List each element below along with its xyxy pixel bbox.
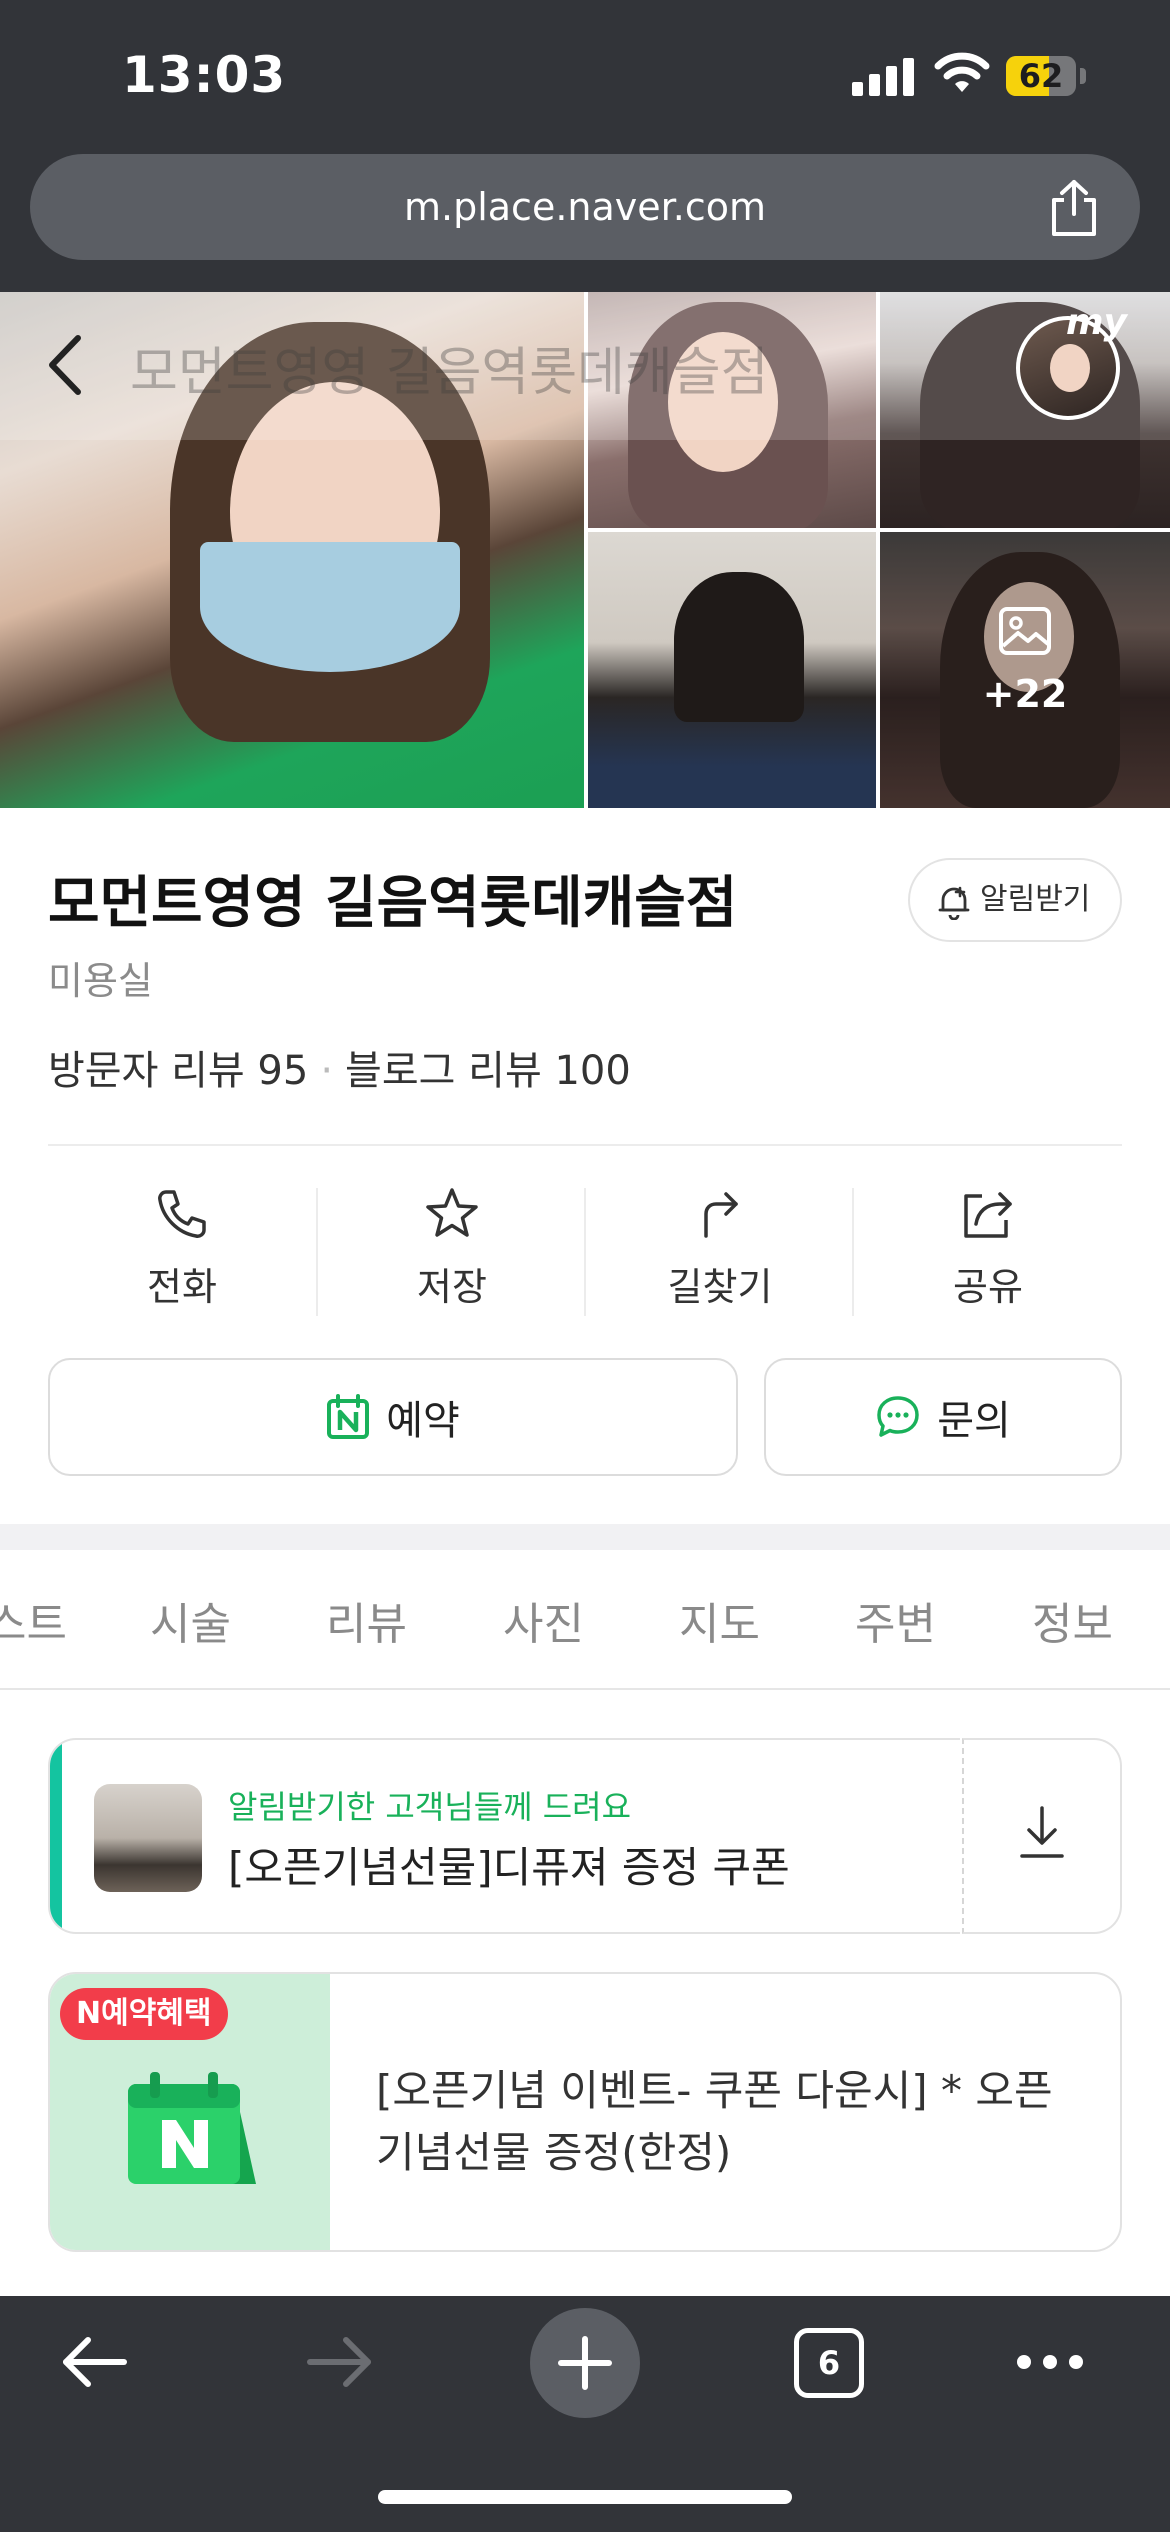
url-text: m.place.naver.com	[403, 185, 767, 229]
browser-top-bar: 13:03 62 m.place.naver.com	[0, 0, 1170, 292]
coupon-title: [오픈기념선물]디퓨져 증정 쿠폰	[228, 1843, 790, 1892]
booking-label: 예약	[386, 1398, 460, 1444]
event-badge: N예약혜택	[60, 1988, 228, 2040]
review-summary: 방문자 리뷰 95 · 블로그 리뷰 100	[48, 1038, 631, 1096]
plus-icon	[558, 2336, 612, 2390]
tab-map[interactable]: 지도	[679, 1588, 760, 1652]
directions-icon	[704, 1192, 738, 1238]
visitor-reviews-link[interactable]: 방문자 리뷰 95	[48, 1048, 308, 1094]
header-title: 모먼트영영 길음역롯데캐슬점	[130, 343, 769, 403]
coupon-thumbnail	[94, 1784, 202, 1892]
booking-button[interactable]: 예약	[48, 1358, 738, 1476]
page: 13:03 62 m.place.naver.com +22 모먼트영영 길음역…	[0, 0, 1170, 2532]
section-tabs: 스트 시술 리뷰 사진 지도 주변 정보	[0, 1550, 1170, 1690]
photo-thumbnail-more[interactable]: +22	[880, 532, 1170, 808]
more-photos-overlay	[880, 532, 1170, 808]
blog-reviews-link[interactable]: 블로그 리뷰 100	[345, 1048, 631, 1094]
call-action[interactable]: 전화	[48, 1180, 316, 1320]
share-action[interactable]: 공유	[854, 1180, 1122, 1320]
more-photos-count: +22	[982, 672, 1068, 716]
coupon-subtitle: 알림받기한 고객님들께 드려요	[228, 1788, 632, 1826]
place-category: 미용실	[48, 959, 153, 1003]
download-icon	[1020, 1806, 1064, 1858]
battery-icon: 62	[1006, 56, 1076, 96]
image-icon	[999, 607, 1051, 655]
inquiry-button-content: 문의	[766, 1360, 1120, 1474]
bell-plus-icon	[938, 886, 970, 920]
tab-treatments[interactable]: 시술	[150, 1588, 231, 1652]
inquiry-button[interactable]: 문의	[764, 1358, 1122, 1476]
calendar-n-icon	[128, 2072, 256, 2184]
phone-icon	[158, 1190, 206, 1238]
directions-label: 길찾기	[667, 1265, 773, 1309]
photo-hair-shape	[674, 572, 804, 722]
calendar-n-icon	[327, 1394, 370, 1439]
event-text: [오픈기념 이벤트- 쿠폰 다운시] * 오픈 기념선물 증정(한정)	[376, 2066, 1053, 2177]
coupon-download-button[interactable]	[962, 1738, 1122, 1934]
share-label: 공유	[953, 1265, 1023, 1309]
action-row: 전화 저장 길찾기 공유	[48, 1180, 1122, 1320]
event-card[interactable]: N예약혜택 [오픈기념 이벤트- 쿠폰 다운시] * 오픈 기념선물 증정(한정…	[48, 1972, 1122, 2252]
coupon-accent-bar	[50, 1740, 62, 1932]
inquiry-label: 문의	[937, 1398, 1011, 1444]
forward-nav-icon[interactable]	[304, 2334, 376, 2390]
tab-switcher-button[interactable]: 6	[794, 2328, 864, 2398]
back-nav-icon[interactable]	[58, 2334, 130, 2390]
event-image: N예약혜택	[50, 1974, 330, 2250]
battery-cap	[1080, 68, 1086, 84]
cellular-signal-icon	[852, 56, 914, 96]
booking-button-content: 예약	[50, 1360, 736, 1474]
avatar-face-shape	[1050, 344, 1090, 392]
photo-thumbnail-3[interactable]	[588, 532, 876, 808]
chat-bubble-icon	[877, 1396, 919, 1437]
section-gap	[0, 1524, 1170, 1550]
battery-level: 62	[1018, 57, 1064, 95]
back-arrow-icon[interactable]	[40, 330, 96, 400]
share-icon	[964, 1192, 1012, 1238]
tab-partial[interactable]: 스트	[0, 1588, 67, 1652]
browser-share-icon[interactable]	[1046, 178, 1102, 238]
home-indicator	[378, 2490, 792, 2504]
save-label: 저장	[417, 1265, 487, 1309]
more-menu-icon[interactable]	[1014, 2352, 1086, 2372]
directions-action[interactable]: 길찾기	[586, 1180, 854, 1320]
new-tab-button[interactable]	[530, 2308, 640, 2418]
wifi-icon	[934, 52, 990, 92]
notify-button[interactable]: 알림받기	[908, 858, 1122, 942]
address-bar[interactable]: m.place.naver.com	[30, 154, 1140, 260]
my-avatar-label: my	[1066, 302, 1127, 343]
tab-nearby[interactable]: 주변	[855, 1588, 936, 1652]
call-label: 전화	[147, 1265, 217, 1309]
tab-count: 6	[817, 2344, 841, 2382]
status-time: 13:03	[122, 46, 287, 104]
divider	[48, 1144, 1122, 1146]
tab-photos[interactable]: 사진	[503, 1588, 584, 1652]
tab-reviews[interactable]: 리뷰	[326, 1588, 407, 1652]
coupon-card[interactable]: 알림받기한 고객님들께 드려요 [오픈기념선물]디퓨져 증정 쿠폰	[48, 1738, 960, 1934]
photo-mask-shape	[200, 542, 460, 672]
tab-info[interactable]: 정보	[1032, 1588, 1113, 1652]
review-separator: ·	[320, 1048, 334, 1094]
place-name: 모먼트영영 길음역롯데캐슬점	[48, 871, 738, 936]
save-action[interactable]: 저장	[318, 1180, 586, 1320]
star-icon	[426, 1188, 478, 1237]
notify-label: 알림받기	[980, 882, 1091, 917]
